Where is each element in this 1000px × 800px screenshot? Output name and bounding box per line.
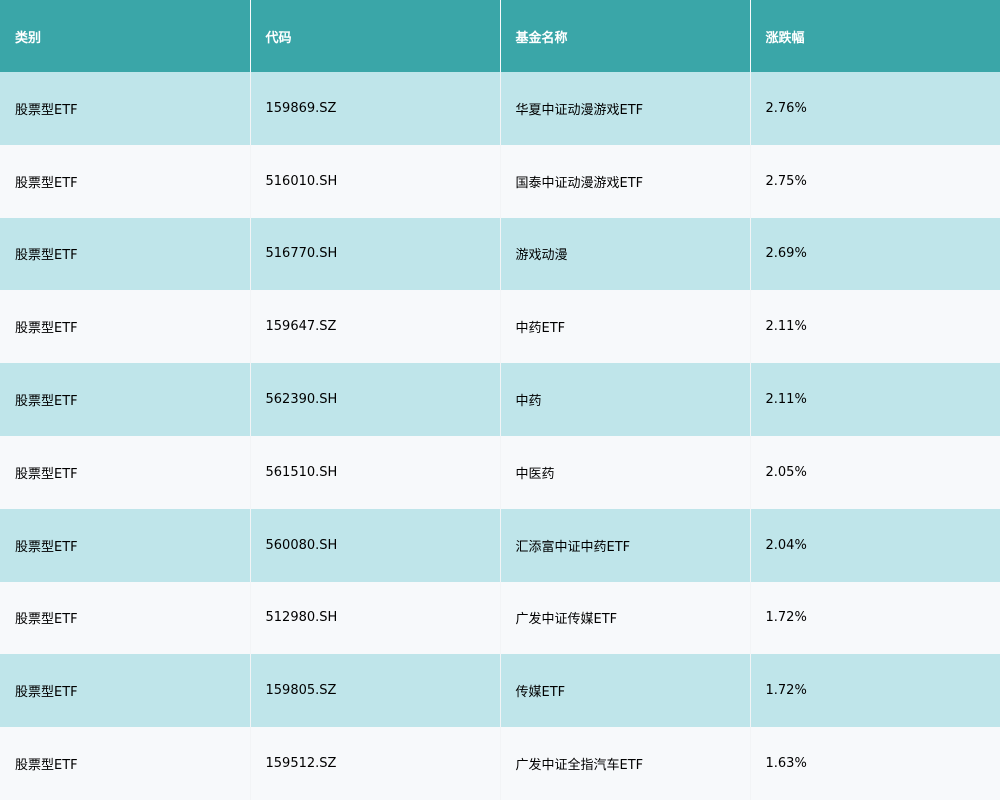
table-row[interactable]: 股票型ETF 516770.SH 游戏动漫 2.69% [0, 217, 1000, 291]
header-category[interactable]: 类别 [0, 0, 251, 72]
cell-fund-name: 游戏动漫 [515, 248, 568, 264]
cell-code: 561510.SH [265, 464, 338, 480]
cell-code: 512980.SH [265, 610, 338, 626]
cell-code: 560080.SH [265, 537, 338, 553]
cell-change-pct: 2.05% [765, 464, 807, 480]
cell-fund-name: 中药 [515, 394, 542, 410]
table-row[interactable]: 股票型ETF 561510.SH 中医药 2.05% [0, 435, 1000, 509]
cell-category: 股票型ETF [15, 612, 78, 628]
cell-change-pct: 2.76% [765, 100, 807, 116]
cell-code: 159869.SZ [265, 100, 337, 116]
cell-category: 股票型ETF [15, 321, 78, 337]
cell-change-pct: 1.63% [765, 756, 807, 772]
header-row: 类别 代码 基金名称 涨跌幅 [0, 0, 1000, 72]
table-row[interactable]: 股票型ETF 512980.SH 广发中证传媒ETF 1.72% [0, 581, 1000, 655]
cell-category: 股票型ETF [15, 539, 78, 555]
cell-fund-name: 华夏中证动漫游戏ETF [515, 102, 644, 118]
cell-change-pct: 2.04% [765, 537, 807, 553]
cell-code: 159512.SZ [265, 756, 337, 772]
cell-category: 股票型ETF [15, 758, 78, 774]
cell-change-pct: 1.72% [765, 610, 807, 626]
table-header: 类别 代码 基金名称 涨跌幅 [0, 0, 1000, 72]
cell-category: 股票型ETF [15, 466, 78, 482]
table-row[interactable]: 股票型ETF 159647.SZ 中药ETF 2.11% [0, 290, 1000, 364]
table-row[interactable]: 股票型ETF 560080.SH 汇添富中证中药ETF 2.04% [0, 508, 1000, 582]
cell-fund-name: 广发中证全指汽车ETF [515, 758, 644, 774]
table-row[interactable]: 股票型ETF 159805.SZ 传媒ETF 1.72% [0, 654, 1000, 728]
cell-change-pct: 2.69% [765, 246, 807, 262]
cell-category: 股票型ETF [15, 175, 78, 191]
cell-fund-name: 传媒ETF [515, 685, 566, 701]
cell-category: 股票型ETF [15, 685, 78, 701]
cell-fund-name: 中医药 [515, 466, 555, 482]
cell-change-pct: 2.11% [765, 392, 807, 408]
cell-fund-name: 汇添富中证中药ETF [515, 539, 631, 555]
cell-category: 股票型ETF [15, 102, 78, 118]
header-code[interactable]: 代码 [250, 0, 501, 72]
header-change-pct[interactable]: 涨跌幅 [750, 0, 1000, 72]
cell-category: 股票型ETF [15, 248, 78, 264]
table-row[interactable]: 股票型ETF 516010.SH 国泰中证动漫游戏ETF 2.75% [0, 144, 1000, 218]
cell-change-pct: 2.75% [765, 173, 807, 189]
cell-fund-name: 中药ETF [515, 321, 566, 337]
cell-fund-name: 广发中证传媒ETF [515, 612, 618, 628]
cell-code: 159647.SZ [265, 319, 337, 335]
cell-fund-name: 国泰中证动漫游戏ETF [515, 175, 644, 191]
table-body: 股票型ETF 159869.SZ 华夏中证动漫游戏ETF 2.76% 股票型ET… [0, 72, 1000, 800]
cell-category: 股票型ETF [15, 394, 78, 410]
cell-change-pct: 1.72% [765, 683, 807, 699]
table-row[interactable]: 股票型ETF 159869.SZ 华夏中证动漫游戏ETF 2.76% [0, 72, 1000, 145]
cell-code: 516010.SH [265, 173, 338, 189]
cell-code: 159805.SZ [265, 683, 337, 699]
header-fund-name[interactable]: 基金名称 [500, 0, 751, 72]
cell-code: 562390.SH [265, 392, 338, 408]
table-row[interactable]: 股票型ETF 159512.SZ 广发中证全指汽车ETF 1.63% [0, 727, 1000, 800]
etf-performance-table: 类别 代码 基金名称 涨跌幅 股票型ETF 159869.SZ 华夏中证动漫游戏… [0, 0, 1000, 800]
cell-change-pct: 2.11% [765, 319, 807, 335]
table-row[interactable]: 股票型ETF 562390.SH 中药 2.11% [0, 363, 1000, 436]
cell-code: 516770.SH [265, 246, 338, 262]
